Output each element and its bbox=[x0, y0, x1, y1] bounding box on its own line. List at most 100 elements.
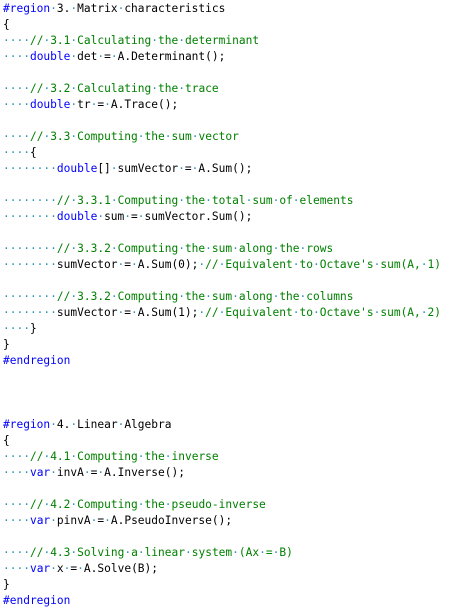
comment-token: to bbox=[299, 306, 313, 319]
comment-token: // bbox=[29, 130, 44, 143]
code-line[interactable]: #endregion bbox=[3, 593, 441, 609]
code-token: = bbox=[124, 258, 132, 271]
code-line[interactable]: ····double·det·=·A.Determinant(); bbox=[3, 49, 441, 65]
code-token: sum bbox=[104, 210, 125, 223]
code-line[interactable]: ········double[]·sumVector·=·A.Sum(); bbox=[3, 161, 441, 177]
whitespace-marker: ········ bbox=[3, 242, 57, 255]
comment-token: the bbox=[158, 34, 179, 47]
comment-token: Equivalent bbox=[225, 306, 293, 319]
blank-line[interactable] bbox=[3, 177, 441, 193]
code-line[interactable]: ····} bbox=[3, 321, 441, 337]
code-line[interactable]: ····var·x·=·A.Solve(B); bbox=[3, 561, 441, 577]
comment-token: determinant bbox=[184, 34, 260, 47]
blank-line[interactable] bbox=[3, 273, 441, 289]
comment-token: 3.3 bbox=[50, 130, 71, 143]
code-token: = bbox=[184, 162, 192, 175]
code-token: [] bbox=[97, 162, 111, 175]
blank-line[interactable] bbox=[3, 401, 441, 417]
comment-token: 4.1 bbox=[50, 450, 71, 463]
blank-line[interactable] bbox=[3, 369, 441, 385]
whitespace-marker: ········ bbox=[3, 210, 57, 223]
whitespace-marker: · bbox=[232, 546, 239, 559]
whitespace-marker: · bbox=[205, 194, 212, 207]
code-line[interactable]: ····var·pinvA·=·A.PseudoInverse(); bbox=[3, 513, 441, 529]
code-line[interactable]: ········sumVector·=·A.Sum(0);·//·Equival… bbox=[3, 257, 441, 273]
code-line[interactable]: ········//·3.3.2·Computing·the·sum·along… bbox=[3, 289, 441, 305]
code-line[interactable]: ········double·sum·=·sumVector.Sum(); bbox=[3, 209, 441, 225]
code-line[interactable]: ····//·3.3·Computing·the·sum·vector bbox=[3, 129, 441, 145]
code-line[interactable]: ····double·tr·=·A.Trace(); bbox=[3, 97, 441, 113]
code-token: invA bbox=[56, 466, 84, 479]
keyword-token: #endregion bbox=[3, 594, 71, 607]
code-token: A.Trace(); bbox=[110, 98, 179, 111]
whitespace-marker: · bbox=[110, 50, 118, 63]
comment-token: 3.3.2 bbox=[77, 242, 111, 255]
code-token: Linear bbox=[77, 418, 118, 431]
blank-line[interactable] bbox=[3, 225, 441, 241]
whitespace-marker: · bbox=[420, 306, 428, 319]
code-line[interactable]: ····var·invA·=·A.Inverse(); bbox=[3, 465, 441, 481]
whitespace-marker: · bbox=[110, 290, 118, 303]
code-line[interactable]: } bbox=[3, 337, 441, 353]
comment-token: // bbox=[205, 258, 219, 271]
whitespace-marker: · bbox=[178, 82, 185, 95]
code-line[interactable]: ····//·4.1·Computing·the·inverse bbox=[3, 449, 441, 465]
keyword-token: #region bbox=[3, 418, 51, 431]
code-token: = bbox=[124, 306, 132, 319]
code-line[interactable]: ········sumVector·=·A.Sum(1);·//·Equival… bbox=[3, 305, 441, 321]
code-line[interactable]: ········//·3.3.1·Computing·the·total·sum… bbox=[3, 193, 441, 209]
comment-token: Equivalent bbox=[225, 258, 293, 271]
code-line[interactable]: ····//·3.2·Calculating·the·trace bbox=[3, 81, 441, 97]
comment-token: the bbox=[184, 194, 206, 207]
whitespace-marker: · bbox=[104, 514, 111, 527]
code-line[interactable]: { bbox=[3, 433, 441, 449]
blank-line[interactable] bbox=[3, 65, 441, 81]
whitespace-marker: · bbox=[131, 306, 138, 319]
code-line[interactable]: ····//·4.3·Solving·a·linear·system·(Ax·=… bbox=[3, 545, 441, 561]
whitespace-marker: ········ bbox=[3, 194, 57, 207]
comment-token: the bbox=[184, 242, 206, 255]
blank-line[interactable] bbox=[3, 113, 441, 129]
code-token: Matrix bbox=[77, 2, 118, 15]
blank-line[interactable] bbox=[3, 385, 441, 401]
comment-token: vector bbox=[198, 130, 239, 143]
blank-line[interactable] bbox=[3, 481, 441, 497]
whitespace-marker: · bbox=[50, 418, 57, 431]
code-line[interactable]: #region·4.·Linear·Algebra bbox=[3, 417, 441, 433]
whitespace-marker: · bbox=[137, 210, 145, 223]
comment-token: sum bbox=[252, 194, 273, 207]
code-token: = bbox=[104, 50, 111, 63]
code-line[interactable]: ····//·4.2·Computing·the·pseudo-inverse bbox=[3, 497, 441, 513]
whitespace-marker: ···· bbox=[3, 130, 30, 143]
code-token: A.Sum(1); bbox=[137, 306, 199, 319]
code-line[interactable]: } bbox=[3, 577, 441, 593]
comment-token: // bbox=[29, 546, 44, 559]
code-token: A.Solve(B); bbox=[83, 562, 159, 575]
whitespace-marker: · bbox=[205, 290, 212, 303]
whitespace-marker: ···· bbox=[3, 82, 30, 95]
comment-token: sum(A, bbox=[380, 258, 421, 271]
whitespace-marker: · bbox=[110, 242, 118, 255]
code-line[interactable]: { bbox=[3, 17, 441, 33]
whitespace-marker: · bbox=[312, 306, 320, 319]
code-editor[interactable]: #region·3.·Matrix·characteristics{····//… bbox=[0, 0, 472, 611]
whitespace-marker: · bbox=[232, 290, 239, 303]
comment-token: // bbox=[56, 242, 71, 255]
whitespace-marker: ···· bbox=[3, 514, 30, 527]
code-text-area[interactable]: #region·3.·Matrix·characteristics{····//… bbox=[3, 1, 441, 609]
code-token: tr bbox=[77, 98, 91, 111]
whitespace-marker: ···· bbox=[3, 322, 30, 335]
blank-line[interactable] bbox=[3, 529, 441, 545]
comment-token: linear bbox=[144, 546, 185, 559]
keyword-token: double bbox=[56, 162, 98, 175]
code-line[interactable]: #endregion bbox=[3, 353, 441, 369]
comment-token: along bbox=[238, 290, 273, 303]
comment-token: the bbox=[279, 242, 300, 255]
code-line[interactable]: #region·3.·Matrix·characteristics bbox=[3, 1, 441, 17]
code-token: A.Sum(0); bbox=[137, 258, 199, 271]
comment-token: a bbox=[131, 546, 138, 559]
code-line[interactable]: ····{ bbox=[3, 145, 441, 161]
code-line[interactable]: ········//·3.3.2·Computing·the·sum·along… bbox=[3, 241, 441, 257]
comment-token: // bbox=[29, 34, 44, 47]
code-line[interactable]: ····//·3.1·Calculating·the·determinant bbox=[3, 33, 441, 49]
